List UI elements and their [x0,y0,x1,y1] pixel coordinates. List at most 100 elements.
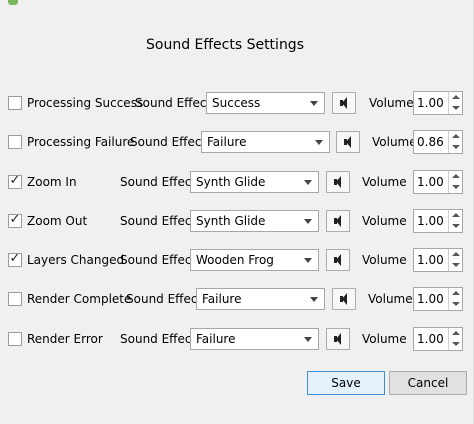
play-sound-button[interactable] [326,171,350,193]
chevron-down-icon [315,140,323,145]
volume-value: 1.00 [417,175,444,189]
speaker-icon [344,136,351,148]
enable-checkbox[interactable]: ✓ [8,251,22,267]
app-logo-icon [8,0,18,5]
chevron-down-icon [310,101,318,106]
spin-down-icon[interactable] [450,182,462,192]
spin-up-icon[interactable] [450,328,462,338]
volume-value: 1.00 [417,96,444,110]
chevron-down-icon [310,297,318,302]
volume-label: Volume [369,96,414,110]
spin-down-icon[interactable] [450,299,462,309]
sound-effect-label: Sound Effect [120,332,197,346]
check-icon: ✓ [9,251,21,266]
sound-effect-value: Success [212,96,261,110]
enable-checkbox[interactable] [8,96,22,110]
spin-up-icon[interactable] [450,249,462,259]
speaker-icon [340,97,347,109]
sound-effect-value: Wooden Frog [196,253,274,267]
speaker-icon [334,254,341,266]
chevron-down-icon [304,180,312,185]
volume-value: 1.00 [417,253,444,267]
spin-buttons [448,92,462,114]
volume-spinbox[interactable]: 1.00 [413,248,463,272]
sound-effect-select[interactable]: Failure [196,288,325,310]
sound-effect-value: Failure [202,292,242,306]
volume-label: Volume [372,135,417,149]
sound-effect-select[interactable]: Failure [201,131,330,153]
enable-checkbox[interactable]: ✓ [8,173,22,189]
sound-effect-label: Sound Effect [130,135,207,149]
play-sound-button[interactable] [326,328,350,350]
sound-row-render-error: Render Error Sound Effect Failure Volume… [0,327,474,353]
play-sound-button[interactable] [336,131,360,153]
sound-effect-select[interactable]: Failure [190,328,319,350]
spin-down-icon[interactable] [450,221,462,231]
volume-label: Volume [362,332,407,346]
play-sound-button[interactable] [326,249,350,271]
play-sound-button[interactable] [332,92,356,114]
play-sound-button[interactable] [332,288,356,310]
volume-spinbox[interactable]: 1.00 [413,170,463,194]
speaker-icon [340,293,347,305]
sound-effect-label: Sound Effect [120,175,197,189]
spin-buttons [448,328,462,350]
enable-checkbox[interactable]: ✓ [8,212,22,228]
sound-row-processing-failure: Processing Failure Sound Effect Failure … [0,130,474,156]
sound-effect-value: Failure [207,135,247,149]
volume-spinbox[interactable]: 0.86 [413,130,463,154]
volume-value: 1.00 [417,292,444,306]
event-label: Processing Success [27,96,144,110]
volume-spinbox[interactable]: 1.00 [413,91,463,115]
sound-effect-select[interactable]: Synth Glide [190,210,319,232]
volume-spinbox[interactable]: 1.00 [413,287,463,311]
sound-row-zoom-in: ✓ Zoom In Sound Effect Synth Glide Volum… [0,170,474,196]
volume-label: Volume [362,175,407,189]
sound-effect-select[interactable]: Wooden Frog [190,249,319,271]
event-label: Processing Failure [27,135,135,149]
spin-down-icon[interactable] [450,103,462,113]
sound-effect-value: Synth Glide [196,175,266,189]
play-sound-button[interactable] [326,210,350,232]
cancel-button[interactable]: Cancel [389,371,467,395]
spin-up-icon[interactable] [450,288,462,298]
sound-effect-label: Sound Effect [120,214,197,228]
dialog-title: Sound Effects Settings [146,37,304,53]
chevron-down-icon [304,337,312,342]
volume-spinbox[interactable]: 1.00 [413,327,463,351]
sound-effect-label: Sound Effect [120,253,197,267]
spin-buttons [448,171,462,193]
check-icon: ✓ [9,212,21,227]
spin-down-icon[interactable] [450,339,462,349]
spin-up-icon[interactable] [450,210,462,220]
spin-down-icon[interactable] [450,142,462,152]
sound-effect-label: Sound Effect [135,96,212,110]
speaker-icon [334,333,341,345]
spin-buttons [448,131,462,153]
enable-checkbox[interactable] [8,332,22,346]
volume-spinbox[interactable]: 1.00 [413,209,463,233]
sound-effect-select[interactable]: Success [206,92,325,114]
sound-effect-value: Synth Glide [196,214,266,228]
spin-up-icon[interactable] [450,92,462,102]
sound-row-render-complete: Render Complete Sound Effect Failure Vol… [0,287,474,313]
enable-checkbox[interactable] [8,292,22,306]
spin-up-icon[interactable] [450,171,462,181]
event-label: Zoom In [27,175,77,189]
sound-row-processing-success: Processing Success Sound Effect Success … [0,91,474,117]
save-button[interactable]: Save [307,371,385,395]
sound-effect-label: Sound Effect [126,292,203,306]
check-icon: ✓ [9,173,21,188]
sound-effects-dialog: Sound Effects Settings Processing Succes… [0,0,474,424]
event-label: Render Error [27,332,103,346]
title-bar [0,0,474,6]
spin-up-icon[interactable] [450,131,462,141]
volume-value: 0.86 [417,135,444,149]
spin-down-icon[interactable] [450,260,462,270]
sound-effect-value: Failure [196,332,236,346]
spin-buttons [448,210,462,232]
enable-checkbox[interactable] [8,135,22,149]
volume-value: 1.00 [417,214,444,228]
sound-effect-select[interactable]: Synth Glide [190,171,319,193]
volume-label: Volume [362,253,407,267]
